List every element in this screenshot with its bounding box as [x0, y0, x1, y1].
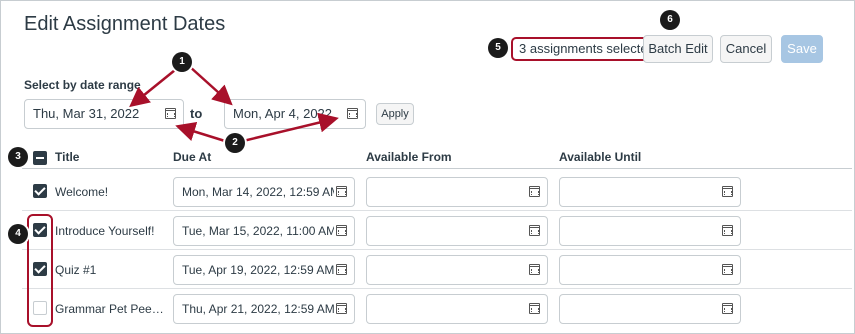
row-title: Introduce Yourself! [55, 224, 155, 238]
due-at-input[interactable]: Mon, Mar 14, 2022, 12:59 AM [173, 177, 355, 207]
available-from-input[interactable] [366, 177, 548, 207]
due-at-input[interactable]: Tue, Apr 19, 2022, 12:59 AM [173, 255, 355, 285]
cancel-button[interactable]: Cancel [720, 35, 772, 63]
available-until-input[interactable] [559, 216, 741, 246]
range-end-date-input[interactable]: Mon, Apr 4, 2022 [224, 99, 366, 129]
column-header-available-from: Available From [366, 150, 452, 164]
callout-badge: 6 [660, 10, 680, 30]
calendar-icon[interactable] [529, 225, 540, 236]
range-end-value: Mon, Apr 4, 2022 [233, 106, 333, 121]
batch-edit-button[interactable]: Batch Edit [643, 35, 713, 63]
calendar-icon[interactable] [529, 264, 540, 275]
due-at-input[interactable]: Thu, Apr 21, 2022, 12:59 AM [173, 294, 355, 324]
save-button[interactable]: Save [781, 35, 823, 63]
column-header-due-at: Due At [173, 150, 212, 164]
due-at-input[interactable]: Tue, Mar 15, 2022, 11:00 AM [173, 216, 355, 246]
row-title: Welcome! [55, 185, 109, 199]
callout-badge: 3 [8, 147, 28, 167]
due-at-value: Tue, Apr 19, 2022, 12:59 AM [182, 263, 334, 277]
available-until-input[interactable] [559, 294, 741, 324]
row-title: Grammar Pet Pee… [55, 302, 164, 316]
due-at-value: Thu, Apr 21, 2022, 12:59 AM [182, 302, 334, 316]
header-divider [22, 168, 852, 169]
column-header-title: Title [55, 150, 80, 164]
calendar-icon[interactable] [722, 186, 733, 197]
checkbox-highlight-box [27, 214, 53, 327]
row-title: Quiz #1 [55, 263, 97, 277]
calendar-icon[interactable] [336, 264, 347, 275]
callout-badge: 1 [172, 52, 192, 72]
row-divider [22, 249, 852, 250]
callout-badge: 2 [225, 133, 245, 153]
selected-count-label: 3 assignments selected [511, 37, 663, 61]
date-range-label: Select by date range [24, 78, 141, 92]
due-at-value: Mon, Mar 14, 2022, 12:59 AM [182, 185, 334, 199]
due-at-value: Tue, Mar 15, 2022, 11:00 AM [182, 224, 334, 238]
callout-badge: 4 [8, 224, 28, 244]
select-all-checkbox[interactable] [33, 151, 47, 165]
calendar-icon[interactable] [529, 303, 540, 314]
calendar-icon[interactable] [336, 186, 347, 197]
calendar-icon[interactable] [336, 303, 347, 314]
calendar-icon[interactable] [165, 108, 176, 119]
available-until-input[interactable] [559, 177, 741, 207]
range-start-value: Thu, Mar 31, 2022 [33, 106, 140, 121]
available-from-input[interactable] [366, 216, 548, 246]
calendar-icon[interactable] [722, 225, 733, 236]
calendar-icon[interactable] [529, 186, 540, 197]
page-title: Edit Assignment Dates [24, 13, 226, 35]
column-header-available-until: Available Until [559, 150, 642, 164]
row-divider [22, 288, 852, 289]
calendar-icon[interactable] [722, 303, 733, 314]
calendar-icon[interactable] [336, 225, 347, 236]
available-from-input[interactable] [366, 294, 548, 324]
row-divider [22, 210, 852, 211]
range-start-date-input[interactable]: Thu, Mar 31, 2022 [24, 99, 184, 129]
calendar-icon[interactable] [347, 108, 358, 119]
apply-button[interactable]: Apply [376, 103, 414, 125]
to-label: to [190, 106, 203, 121]
available-until-input[interactable] [559, 255, 741, 285]
row-checkbox[interactable] [33, 184, 47, 198]
available-from-input[interactable] [366, 255, 548, 285]
callout-badge: 5 [488, 38, 508, 58]
calendar-icon[interactable] [722, 264, 733, 275]
